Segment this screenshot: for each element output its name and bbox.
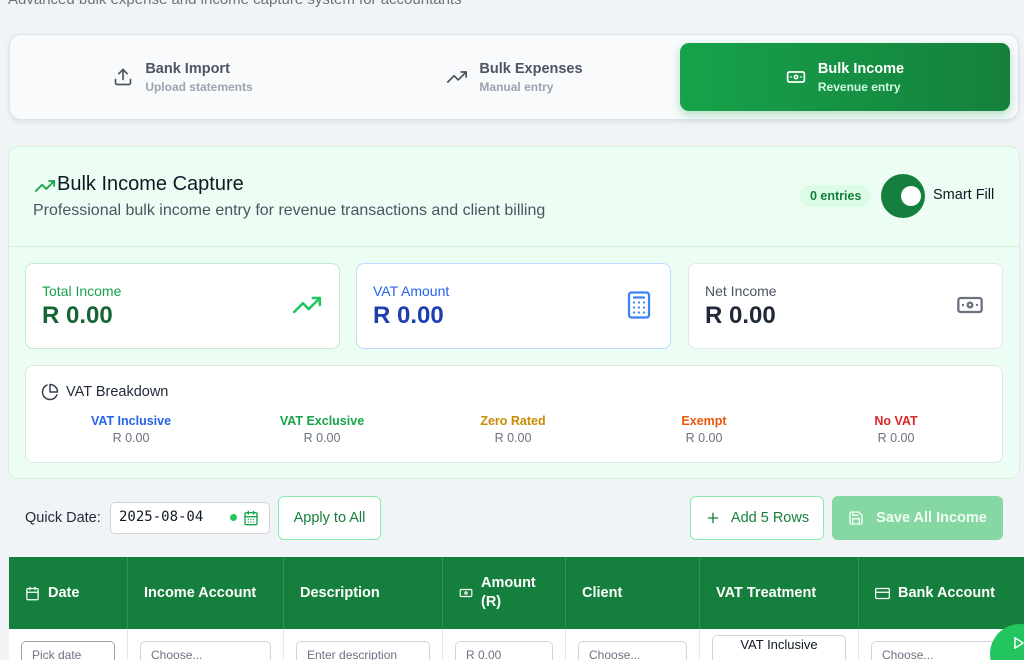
credit-card-icon bbox=[875, 586, 890, 601]
date-status-dot bbox=[230, 514, 237, 521]
column-header-label: Date bbox=[48, 585, 80, 601]
toggle-knob bbox=[901, 186, 921, 206]
net-income-card: Net Income R 0.00 bbox=[688, 263, 1003, 349]
quick-date-field[interactable] bbox=[110, 502, 270, 534]
panel-divider bbox=[9, 246, 1019, 247]
total-income-card: Total Income R 0.00 bbox=[25, 263, 340, 349]
panel-title: Bulk Income Capture bbox=[57, 173, 244, 195]
column-header-bank-account[interactable]: Bank Account bbox=[859, 557, 1024, 629]
vat-type-value: R 0.00 bbox=[303, 431, 341, 445]
quick-date-label: Quick Date: bbox=[25, 510, 101, 526]
page-subtitle: Advanced bulk expense and income capture… bbox=[8, 0, 462, 8]
smart-fill-toggle[interactable] bbox=[881, 174, 925, 218]
no-vat-stat: No VAT R 0.00 bbox=[816, 414, 976, 445]
column-header-description[interactable]: Description bbox=[284, 557, 443, 629]
card-value: R 0.00 bbox=[42, 302, 113, 329]
tab-label: Bulk Income bbox=[817, 60, 905, 77]
column-header-income-account[interactable]: Income Account bbox=[128, 557, 284, 629]
description-input[interactable]: Enter description bbox=[296, 641, 430, 660]
vat-type-label: VAT Inclusive bbox=[90, 414, 172, 428]
column-header-label: Income Account bbox=[144, 585, 257, 601]
table-row: Pick date Choose... Enter description R … bbox=[9, 629, 1024, 660]
vat-type-value: R 0.00 bbox=[494, 431, 532, 445]
income-table-header: Date Income Account Description Amount (… bbox=[9, 557, 1024, 629]
date-cell: Pick date bbox=[9, 629, 128, 660]
tab-bulk-income[interactable]: Bulk Income Revenue entry bbox=[680, 43, 1010, 111]
save-icon bbox=[848, 510, 864, 526]
banknote-icon bbox=[954, 291, 986, 319]
button-label: Save All Income bbox=[876, 510, 987, 526]
zero-rated-stat: Zero Rated R 0.00 bbox=[433, 414, 593, 445]
add-5-rows-button[interactable]: Add 5 Rows bbox=[690, 496, 824, 540]
button-label: Add 5 Rows bbox=[730, 510, 810, 526]
vat-type-value: R 0.00 bbox=[877, 431, 915, 445]
amount-cell: R 0.00 bbox=[443, 629, 566, 660]
calculator-icon bbox=[624, 288, 654, 322]
client-select[interactable]: Choose... bbox=[578, 641, 687, 660]
column-header-client[interactable]: Client bbox=[566, 557, 700, 629]
play-icon bbox=[1012, 636, 1024, 650]
column-header-label: Client bbox=[582, 585, 623, 601]
tab-label: Bank Import bbox=[145, 60, 230, 77]
vat-amount-card: VAT Amount R 0.00 bbox=[356, 263, 671, 349]
calendar-icon[interactable] bbox=[243, 510, 259, 526]
trending-up-icon bbox=[33, 176, 57, 196]
calendar-icon bbox=[25, 586, 40, 601]
trending-up-icon bbox=[447, 67, 468, 87]
description-cell: Enter description bbox=[284, 629, 443, 660]
column-header-amount[interactable]: Amount (R) bbox=[443, 557, 566, 629]
card-label: Total Income bbox=[42, 283, 122, 299]
vat-type-label: Exempt bbox=[681, 414, 727, 428]
capture-mode-tabs: Bank Import Upload statements Bulk Expen… bbox=[9, 34, 1019, 120]
vat-type-label: VAT Exclusive bbox=[279, 414, 365, 428]
column-header-label: VAT Treatment bbox=[716, 585, 817, 601]
vat-treatment-select[interactable]: VAT Inclusive bbox=[712, 635, 846, 660]
card-value: R 0.00 bbox=[373, 302, 444, 329]
vat-type-label: No VAT bbox=[874, 414, 918, 428]
exempt-stat: Exempt R 0.00 bbox=[624, 414, 784, 445]
vat-treatment-cell: VAT Inclusive bbox=[700, 629, 859, 660]
entries-badge: 0 entries bbox=[800, 185, 872, 207]
trending-up-icon bbox=[291, 291, 323, 319]
tab-sublabel: Upload statements bbox=[145, 79, 253, 94]
button-label: Apply to All bbox=[293, 510, 366, 526]
quick-date-input[interactable] bbox=[119, 509, 229, 525]
tab-sublabel: Manual entry bbox=[479, 79, 554, 94]
income-account-select[interactable]: Choose... bbox=[140, 641, 271, 660]
card-label: VAT Amount bbox=[373, 283, 450, 299]
tab-sublabel: Revenue entry bbox=[817, 79, 901, 94]
banknote-icon bbox=[459, 586, 473, 600]
column-header-label: Bank Account bbox=[898, 585, 995, 601]
income-account-cell: Choose... bbox=[128, 629, 284, 660]
vat-breakdown-title: VAT Breakdown bbox=[66, 384, 169, 400]
column-header-label: Description bbox=[300, 585, 380, 601]
vat-exclusive-stat: VAT Exclusive R 0.00 bbox=[242, 414, 402, 445]
banknote-icon bbox=[786, 67, 806, 87]
column-header-label: Amount (R) bbox=[481, 575, 536, 610]
tab-bulk-expenses[interactable]: Bulk Expenses Manual entry bbox=[350, 43, 680, 111]
pie-chart-icon bbox=[41, 383, 59, 401]
vat-type-value: R 0.00 bbox=[112, 431, 150, 445]
plus-icon bbox=[705, 510, 721, 526]
panel-subtitle: Professional bulk income entry for reven… bbox=[33, 202, 546, 219]
vat-type-label: Zero Rated bbox=[480, 414, 546, 428]
card-value: R 0.00 bbox=[705, 302, 776, 329]
upload-icon bbox=[113, 67, 133, 87]
tab-bank-import[interactable]: Bank Import Upload statements bbox=[18, 43, 348, 111]
save-all-income-button[interactable]: Save All Income bbox=[832, 496, 1003, 540]
apply-to-all-button[interactable]: Apply to All bbox=[278, 496, 381, 540]
card-label: Net Income bbox=[705, 283, 777, 299]
amount-input[interactable]: R 0.00 bbox=[455, 641, 553, 660]
tab-label: Bulk Expenses bbox=[479, 60, 583, 77]
client-cell: Choose... bbox=[566, 629, 700, 660]
vat-inclusive-stat: VAT Inclusive R 0.00 bbox=[51, 414, 211, 445]
vat-type-value: R 0.00 bbox=[685, 431, 723, 445]
column-header-vat-treatment[interactable]: VAT Treatment bbox=[700, 557, 859, 629]
column-header-date[interactable]: Date bbox=[9, 557, 128, 629]
date-picker[interactable]: Pick date bbox=[21, 641, 115, 660]
smart-fill-label: Smart Fill bbox=[933, 187, 995, 203]
